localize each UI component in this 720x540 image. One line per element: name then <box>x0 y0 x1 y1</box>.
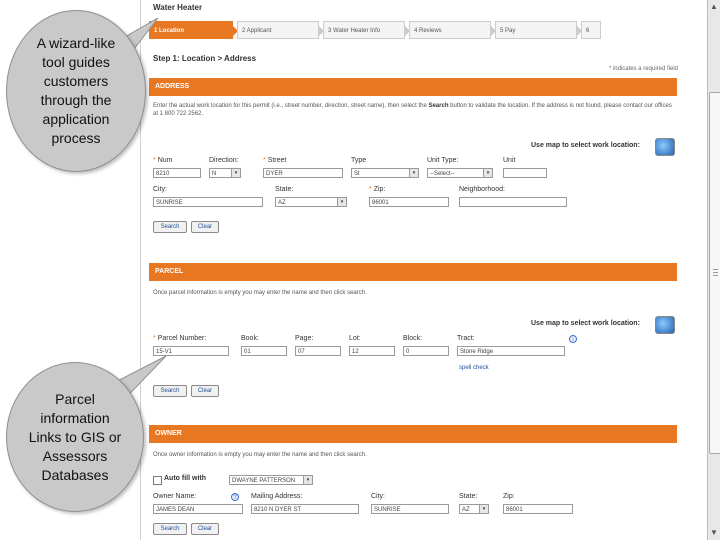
wizard-callout-text: A wizard-like tool guides customers thro… <box>36 35 116 146</box>
parcel-info-callout-text: Parcel information Links to GIS or Asses… <box>28 390 122 483</box>
wizard-callout: A wizard-like tool guides customers thro… <box>6 10 146 172</box>
parcel-info-callout: Parcel information Links to GIS or Asses… <box>6 362 144 512</box>
